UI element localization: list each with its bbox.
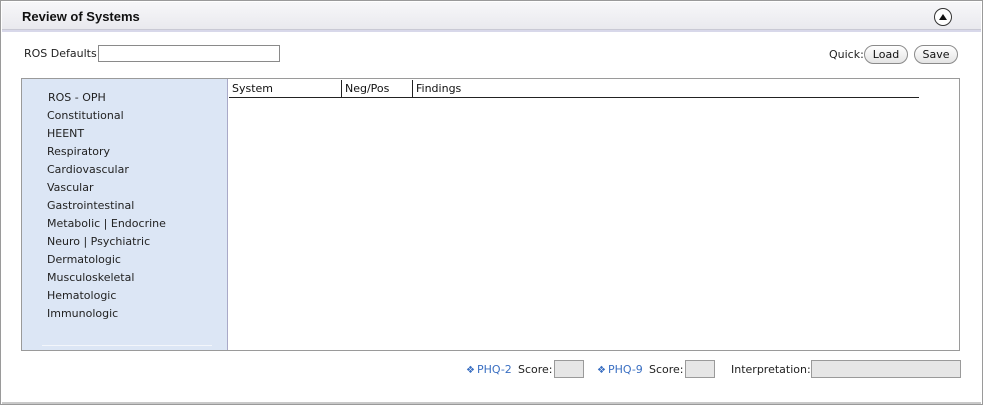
sidebar-item-neuro-psychiatric[interactable]: Neuro | Psychiatric xyxy=(47,233,166,251)
sidebar-item-hematologic[interactable]: Hematologic xyxy=(47,287,166,305)
sidebar-item-musculoskeletal[interactable]: Musculoskeletal xyxy=(47,269,166,287)
sidebar-item-metabolic-endocrine[interactable]: Metabolic | Endocrine xyxy=(47,215,166,233)
review-of-systems-panel: Review of Systems ROS Defaults: Quick: L… xyxy=(0,0,983,405)
collapse-button[interactable] xyxy=(934,8,952,26)
diamond-bullet-icon: ❖ xyxy=(466,365,475,376)
interpretation-field[interactable] xyxy=(811,360,961,378)
ros-defaults-label: ROS Defaults: xyxy=(24,47,101,60)
ros-defaults-input[interactable] xyxy=(98,45,280,62)
sidebar-item-vascular[interactable]: Vascular xyxy=(47,179,166,197)
phq9-link[interactable]: ❖ PHQ-9 xyxy=(597,363,643,376)
sidebar-item-respiratory[interactable]: Respiratory xyxy=(47,143,166,161)
column-header-neg-pos[interactable]: Neg/Pos xyxy=(342,80,413,97)
phq9-score-label: Score: xyxy=(649,363,684,376)
diamond-bullet-icon: ❖ xyxy=(597,365,606,376)
phq2-score-label: Score: xyxy=(518,363,553,376)
sidebar-divider xyxy=(42,345,212,346)
sidebar-item-ros-oph[interactable]: ROS - OPH xyxy=(47,89,166,107)
column-header-findings[interactable]: Findings xyxy=(413,80,919,97)
ros-system-sidebar: ROS - OPH Constitutional HEENT Respirato… xyxy=(22,79,228,350)
sidebar-item-immunologic[interactable]: Immunologic xyxy=(47,305,166,323)
quick-label: Quick: xyxy=(829,48,864,61)
phq9-link-label: PHQ-9 xyxy=(607,363,643,376)
findings-grid-header: System Neg/Pos Findings xyxy=(229,80,919,98)
sidebar-item-heent[interactable]: HEENT xyxy=(47,125,166,143)
phq2-link-label: PHQ-2 xyxy=(476,363,512,376)
phq9-score-field[interactable] xyxy=(685,360,715,378)
ros-main-area: ROS - OPH Constitutional HEENT Respirato… xyxy=(21,78,960,351)
sidebar-item-dermatologic[interactable]: Dermatologic xyxy=(47,251,166,269)
sidebar-item-gastrointestinal[interactable]: Gastrointestinal xyxy=(47,197,166,215)
header-divider xyxy=(2,30,981,32)
save-button[interactable]: Save xyxy=(914,45,958,64)
chevron-up-icon xyxy=(939,14,947,20)
panel-header: Review of Systems xyxy=(2,2,981,30)
column-header-system[interactable]: System xyxy=(229,80,342,97)
panel-title: Review of Systems xyxy=(22,9,140,24)
phq2-link[interactable]: ❖ PHQ-2 xyxy=(466,363,512,376)
phq2-score-field[interactable] xyxy=(554,360,584,378)
load-button[interactable]: Load xyxy=(864,45,908,64)
sidebar-item-constitutional[interactable]: Constitutional xyxy=(47,107,166,125)
panel-bottom-border xyxy=(2,402,981,404)
interpretation-label: Interpretation: xyxy=(731,363,811,376)
sidebar-list: ROS - OPH Constitutional HEENT Respirato… xyxy=(47,89,166,323)
sidebar-item-cardiovascular[interactable]: Cardiovascular xyxy=(47,161,166,179)
